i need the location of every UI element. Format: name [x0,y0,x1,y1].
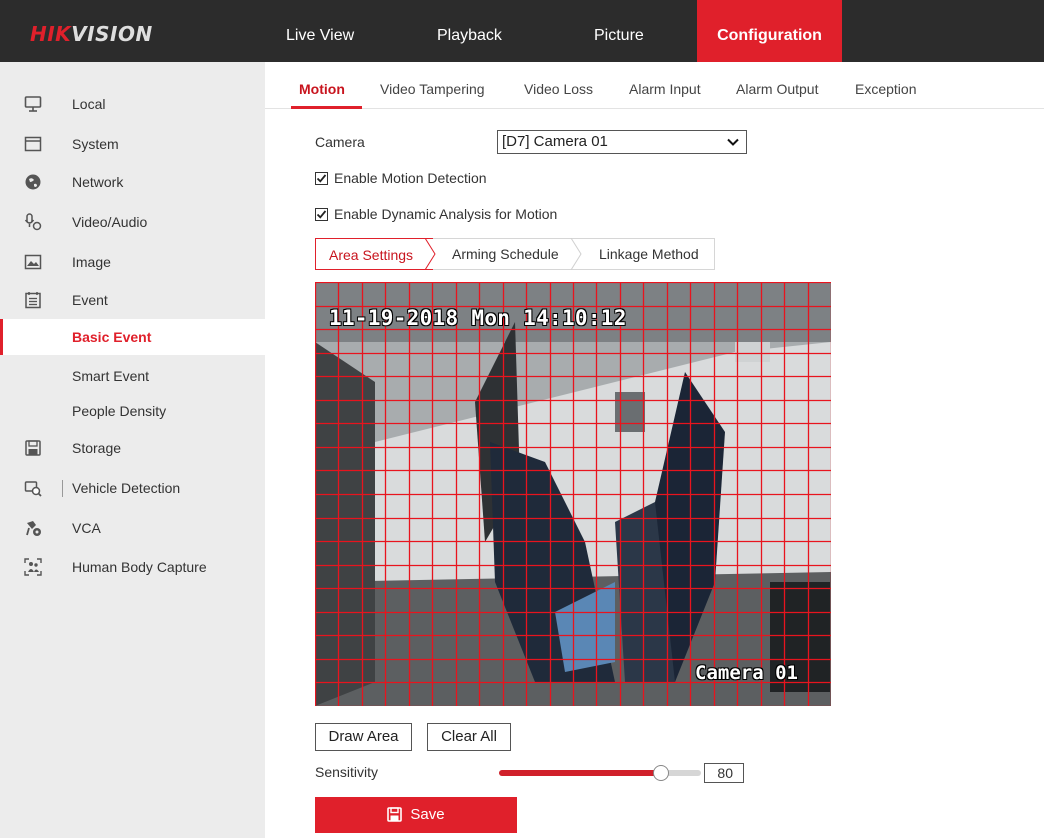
vehicle-detection-icon [24,481,42,497]
enable-motion-detection-checkbox[interactable]: Enable Motion Detection [315,170,487,186]
sidebar-item-vca[interactable]: VCA [0,510,265,546]
video-audio-icon [24,213,42,231]
sidebar-item-local[interactable]: Local [0,86,265,122]
tab-alarm-input[interactable]: Alarm Input [629,81,701,97]
sidebar-item-label: Vehicle Detection [72,480,181,496]
active-tab-indicator [291,106,362,109]
sensitivity-label: Sensitivity [315,764,379,780]
sidebar-item-system[interactable]: System [0,126,265,162]
checkbox-box[interactable] [315,172,328,185]
slider-handle[interactable] [652,765,669,781]
camera-select[interactable]: [D7] Camera 01 [497,130,747,154]
tab-exception[interactable]: Exception [855,81,916,97]
nav-live-view[interactable]: Live View [286,0,354,62]
tab-video-tampering[interactable]: Video Tampering [380,81,485,97]
sidebar-item-label: Storage [72,440,122,456]
sidebar: Local System Network Video/Audio Image E… [0,62,265,838]
draw-area-button[interactable]: Draw Area [315,723,412,751]
monitor-icon [24,96,42,112]
vca-icon [26,521,41,536]
sidebar-item-smart-event[interactable]: Smart Event [0,358,265,394]
checkmark-icon [316,174,327,183]
save-label: Save [410,806,445,823]
motion-area-video[interactable]: 11-19-2018 Mon 14:10:12 Camera 01 [315,282,831,706]
subtab-arming-schedule[interactable]: Arming Schedule [452,238,559,270]
sensitivity-slider[interactable] [499,765,701,781]
sidebar-item-label: Smart Event [72,368,150,384]
storage-icon [25,440,41,456]
nav-configuration[interactable]: Configuration [697,0,842,62]
sidebar-item-storage[interactable]: Storage [0,430,265,466]
slider-fill [499,770,661,776]
sidebar-item-event[interactable]: Event [0,282,265,318]
chevron-down-icon [727,138,739,146]
clear-all-button[interactable]: Clear All [427,723,511,751]
sidebar-item-vehicle-detection[interactable]: Vehicle Detection [0,470,265,506]
sidebar-item-label: Event [72,292,108,308]
sidebar-item-label: Human Body Capture [72,559,207,575]
camera-label: Camera [315,134,365,150]
event-icon [25,292,41,309]
sidebar-item-label: VCA [72,520,101,536]
subtab-arrow [425,238,436,270]
nav-picture[interactable]: Picture [594,0,644,62]
sidebar-item-label: Video/Audio [72,214,148,230]
tab-alarm-output[interactable]: Alarm Output [736,81,818,97]
osd-camera-name: Camera 01 [695,662,798,684]
sidebar-item-human-body-capture[interactable]: Human Body Capture [0,549,265,585]
system-icon [24,136,42,152]
checkbox-label: Enable Dynamic Analysis for Motion [334,206,558,222]
camera-select-value: [D7] Camera 01 [502,133,608,150]
sidebar-item-label: Network [72,174,124,190]
checkbox-label: Enable Motion Detection [334,170,487,186]
sidebar-item-label: System [72,136,119,152]
top-bar: HIKVISION Live View Playback Picture Con… [0,0,1044,62]
tab-divider [265,108,1044,109]
nav-playback[interactable]: Playback [437,0,502,62]
checkbox-box[interactable] [315,208,328,221]
save-button[interactable]: Save [315,797,517,833]
sidebar-item-people-density[interactable]: People Density [0,393,265,429]
subtab-separator [570,238,582,270]
sidebar-item-label: Basic Event [72,329,152,345]
tab-video-loss[interactable]: Video Loss [524,81,593,97]
sidebar-item-video-audio[interactable]: Video/Audio [0,204,265,240]
save-icon [387,807,403,822]
image-icon [24,254,42,270]
sidebar-item-basic-event[interactable]: Basic Event [0,319,265,355]
human-body-icon [24,558,42,576]
enable-dynamic-analysis-checkbox[interactable]: Enable Dynamic Analysis for Motion [315,206,557,222]
sidebar-item-image[interactable]: Image [0,244,265,280]
sidebar-item-label: People Density [72,403,167,419]
globe-icon [25,174,41,190]
tab-motion[interactable]: Motion [299,81,345,97]
subtab-area-settings[interactable]: Area Settings [315,238,433,270]
sidebar-item-label: Local [72,96,106,112]
checkmark-icon [316,210,327,219]
sensitivity-value-input[interactable]: 80 [704,763,744,783]
subtab-linkage-method[interactable]: Linkage Method [599,238,699,270]
motion-detection-grid [315,282,831,706]
sidebar-item-label: Image [72,254,111,270]
osd-timestamp: 11-19-2018 Mon 14:10:12 [329,306,627,330]
hikvision-logo: HIKVISION [30,22,153,46]
sidebar-item-network[interactable]: Network [0,164,265,200]
divider [62,480,63,497]
